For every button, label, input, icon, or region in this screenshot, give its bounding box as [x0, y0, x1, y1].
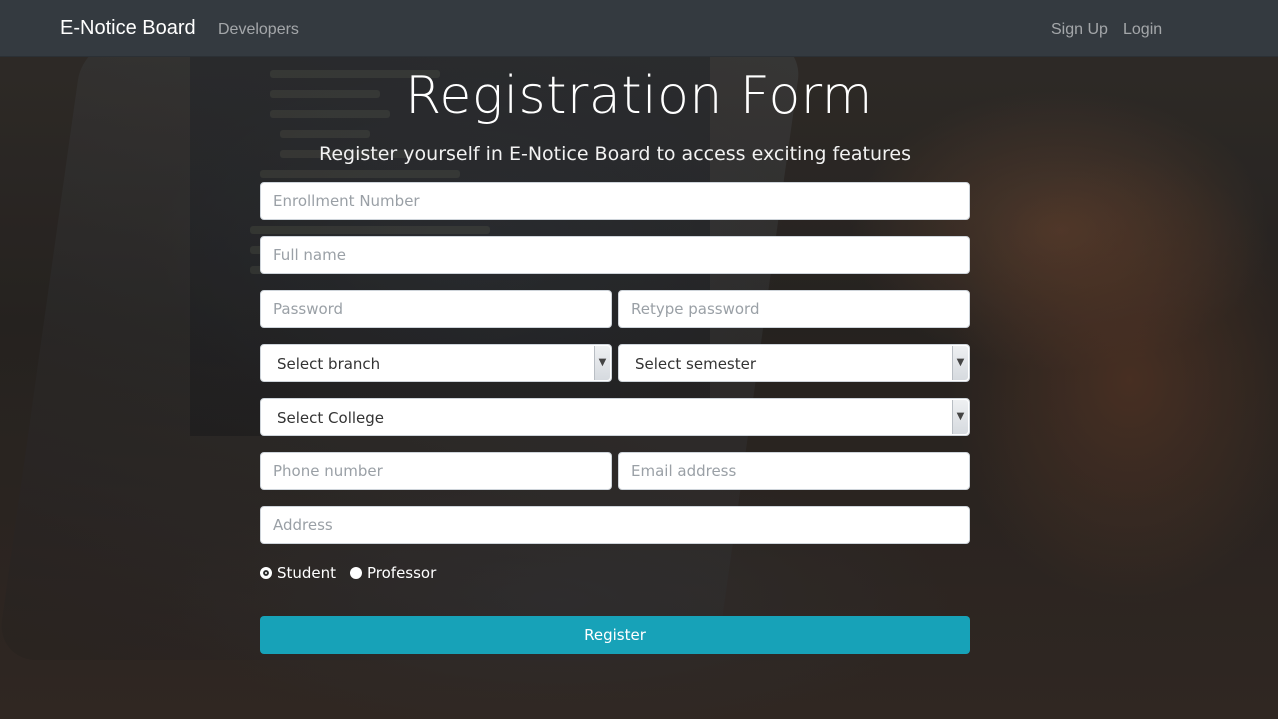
- branch-select[interactable]: Select branch ▼: [260, 344, 612, 382]
- role-label-student: Student: [277, 564, 337, 582]
- chevron-down-icon: ▼: [952, 346, 968, 380]
- role-radio-student[interactable]: Student: [260, 564, 336, 582]
- retype-password-field: [618, 290, 970, 328]
- full-name-field: [260, 236, 970, 274]
- address-field: [260, 506, 970, 544]
- chevron-down-icon: ▼: [594, 346, 610, 380]
- nav-link-login[interactable]: Login: [1123, 21, 1162, 39]
- role-label-professor: Professor: [367, 564, 437, 582]
- password-input[interactable]: [273, 291, 599, 327]
- role-radio-professor[interactable]: Professor: [350, 564, 436, 582]
- nav-link-developers[interactable]: Developers: [218, 21, 299, 39]
- address-input[interactable]: [273, 507, 957, 543]
- radio-selected-icon[interactable]: [260, 567, 272, 579]
- college-select[interactable]: Select College ▼: [260, 398, 970, 436]
- retype-password-input[interactable]: [631, 291, 957, 327]
- college-select-value: Select College: [277, 409, 385, 427]
- page-title: Registration Form: [405, 66, 873, 126]
- chevron-down-icon: ▼: [952, 400, 968, 434]
- email-address-input[interactable]: [631, 453, 957, 489]
- enrollment-number-field: [260, 182, 970, 220]
- branch-select-value: Select branch: [277, 355, 381, 373]
- navbar-brand[interactable]: E-Notice Board: [60, 17, 196, 40]
- navbar: E-Notice Board Developers Sign Up Login: [0, 0, 1278, 57]
- phone-number-input[interactable]: [273, 453, 599, 489]
- radio-unselected-icon[interactable]: [350, 567, 362, 579]
- full-name-input[interactable]: [273, 237, 957, 273]
- enrollment-number-input[interactable]: [273, 183, 957, 219]
- password-field: [260, 290, 612, 328]
- register-button[interactable]: Register: [260, 616, 970, 654]
- semester-select-value: Select semester: [635, 355, 757, 373]
- phone-number-field: [260, 452, 612, 490]
- page-subtitle: Register yourself in E-Notice Board to a…: [319, 143, 911, 165]
- nav-link-sign-up[interactable]: Sign Up: [1051, 21, 1108, 39]
- semester-select[interactable]: Select semester ▼: [618, 344, 970, 382]
- email-address-field: [618, 452, 970, 490]
